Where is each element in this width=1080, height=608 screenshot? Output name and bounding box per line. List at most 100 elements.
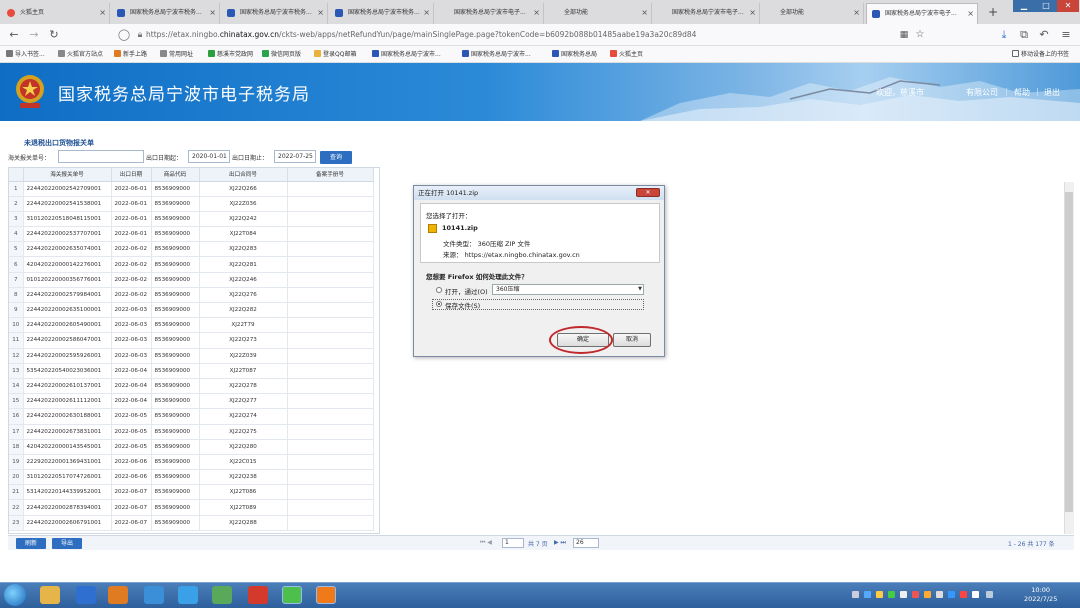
qr-code-icon[interactable]: ▦	[896, 27, 912, 43]
export-button[interactable]: 导出	[52, 538, 82, 549]
open-app-select[interactable]: 360压缩	[492, 284, 644, 295]
table-row[interactable]: 3 310120220518048115001 2022-06-01 85369090…	[9, 211, 374, 228]
taskbar-clock[interactable]: 10:00 2022/7/25	[1024, 586, 1057, 604]
forward-icon[interactable]: →	[26, 27, 42, 43]
360-icon[interactable]	[144, 586, 164, 604]
help-link[interactable]: 帮助	[1014, 87, 1030, 98]
back-icon[interactable]: ←	[6, 27, 22, 43]
tab-item[interactable]: 国家税务总局宁波市税务... ×	[112, 3, 220, 24]
table-row[interactable]: 9 224420220002635100001 2022-06-03 85369090…	[9, 302, 374, 319]
bookmark-item[interactable]: 国家税务总局	[552, 49, 597, 60]
window-close-button[interactable]: ✕	[1057, 0, 1079, 12]
refresh-button[interactable]: 刷新	[16, 538, 46, 549]
dialog-close-button[interactable]: ✕	[636, 188, 660, 197]
scrollbar-thumb[interactable]	[1065, 192, 1073, 512]
tab-item[interactable]: 全部功能 ×	[762, 3, 864, 24]
tab-item[interactable]: 全部功能 ×	[546, 3, 652, 24]
network-icon[interactable]	[972, 591, 979, 598]
menu-icon[interactable]: ≡	[1058, 27, 1074, 43]
table-row[interactable]: 20 310120220517074726001 2022-06-06 8536909…	[9, 469, 374, 486]
tab-close-icon[interactable]: ×	[99, 3, 106, 22]
app-icon[interactable]	[76, 586, 96, 604]
cancel-button[interactable]: 取消	[613, 333, 651, 347]
table-row[interactable]: 18 420420220000143545001 2022-06-05 8536909…	[9, 439, 374, 455]
bookmark-item[interactable]: 国家税务总局宁波市...	[462, 49, 531, 60]
firefox-taskbar-icon[interactable]	[316, 586, 336, 604]
table-row[interactable]: 5 224420220002635074001 2022-06-02 85369090…	[9, 241, 374, 258]
table-row[interactable]: 8 224420220002579984001 2022-06-02 85369090…	[9, 287, 374, 304]
bookmark-item[interactable]: 微信网页版	[262, 49, 301, 60]
table-row[interactable]: 22 224420220002878394001 2022-06-07 8536909…	[9, 499, 374, 516]
tab-close-icon[interactable]: ×	[853, 3, 860, 22]
table-row[interactable]: 4 224420220002537707001 2022-06-01 85369090…	[9, 226, 374, 243]
bookmark-item[interactable]: 慈溪市党政网	[208, 49, 253, 60]
ie-browser-icon[interactable]	[178, 586, 198, 604]
tray-icon[interactable]	[924, 591, 931, 598]
volume-icon[interactable]	[936, 591, 943, 598]
minimize-button[interactable]: ▁	[1013, 0, 1035, 12]
tab-item[interactable]: 国家税务总局宁波市电子... ×	[654, 3, 760, 24]
tab-close-icon[interactable]: ×	[749, 3, 756, 22]
app-icon[interactable]	[212, 586, 232, 604]
next-page-icon[interactable]: ▶ ⏭	[554, 539, 566, 547]
table-row[interactable]: 16 224420220002630188001 2022-06-05 8536909…	[9, 408, 374, 425]
tab-close-icon[interactable]: ×	[533, 3, 540, 22]
tab-close-icon[interactable]: ×	[423, 3, 430, 22]
date-start-input[interactable]: 2020-01-01	[188, 150, 230, 163]
tab-item[interactable]: 国家税务总局宁波市电子... ×	[436, 3, 544, 24]
tab-close-icon[interactable]: ×	[641, 3, 648, 22]
undo-icon[interactable]: ↶	[1036, 27, 1052, 43]
wps-icon[interactable]	[248, 586, 268, 604]
tab-item[interactable]: 国家税务总局宁波市税务... ×	[222, 3, 328, 24]
url-bar[interactable]: https://etax.ningbo.chinatax.gov.cn/ckts…	[146, 27, 930, 43]
date-end-input[interactable]: 2022-07-25	[274, 150, 316, 163]
page-size-select[interactable]: 26	[573, 538, 599, 548]
tab-close-icon[interactable]: ×	[209, 3, 216, 22]
table-row[interactable]: 2 224420220002541538001 2022-06-01 85369090…	[9, 196, 374, 212]
bookmark-item[interactable]: 国家税务总局宁波市...	[372, 49, 441, 60]
exit-link[interactable]: 退出	[1044, 87, 1060, 98]
bookmark-item[interactable]: 火狐主页	[610, 49, 643, 60]
bookmark-item[interactable]: 导入书签...	[6, 49, 45, 60]
tab-close-icon[interactable]: ×	[317, 3, 324, 22]
maximize-button[interactable]: □	[1035, 0, 1057, 12]
reload-icon[interactable]: ↻	[46, 27, 62, 43]
bookmark-item[interactable]: 常用网址	[160, 49, 193, 60]
table-row[interactable]: 13 535420220540023036001 2022-06-04 8536909…	[9, 363, 374, 379]
table-row[interactable]: 11 224420220002586047001 2022-06-03 8536909…	[9, 332, 374, 349]
mobile-bookmarks-link[interactable]: 移动设备上的书签	[1012, 49, 1069, 60]
tab-item[interactable]: 火狐主页 ×	[2, 3, 110, 24]
ime-icon[interactable]	[986, 591, 993, 598]
table-row[interactable]: 1 224420220002542709001 2022-06-01 85369090…	[9, 181, 374, 197]
query-button[interactable]: 查询	[320, 151, 352, 164]
new-tab-button[interactable]: +	[985, 4, 1001, 20]
tray-icon[interactable]	[900, 591, 907, 598]
bookmark-item[interactable]: 登录QQ邮箱	[314, 49, 356, 60]
tray-icon[interactable]	[948, 591, 955, 598]
table-row[interactable]: 7 010120220000356776001 2022-06-02 85369090…	[9, 272, 374, 288]
tray-icon[interactable]	[912, 591, 919, 598]
page-number-input[interactable]: 1	[502, 538, 524, 548]
customs-no-input[interactable]	[58, 150, 144, 163]
tray-icon[interactable]	[852, 591, 859, 598]
table-row[interactable]: 23 224420220002606791001 2022-06-07 8536909…	[9, 515, 374, 531]
table-row[interactable]: 17 224420220002673831001 2022-06-05 8536909…	[9, 424, 374, 440]
start-button[interactable]	[4, 584, 26, 606]
tab-item[interactable]: 国家税务总局宁波市税务... ×	[330, 3, 434, 24]
tray-icon[interactable]	[960, 591, 967, 598]
bookmark-item[interactable]: 新手上路	[114, 49, 147, 60]
tray-icon[interactable]	[888, 591, 895, 598]
table-row[interactable]: 6 420420220000142276001 2022-06-02 85369090…	[9, 256, 374, 273]
bookmark-star-icon[interactable]: ☆	[912, 27, 928, 43]
bookmark-item[interactable]: 火狐官方站点	[58, 49, 103, 60]
media-player-icon[interactable]	[108, 586, 128, 604]
table-row[interactable]: 14 224420220002610137001 2022-06-04 8536909…	[9, 378, 374, 395]
table-row[interactable]: 10 224420220002605490001 2022-06-03 8536909…	[9, 317, 374, 334]
table-row[interactable]: 21 531420220144339952001 2022-06-07 8536909…	[9, 484, 374, 501]
tray-icon[interactable]	[864, 591, 871, 598]
tab-item[interactable]: 国家税务总局宁波市电子... ×	[866, 3, 978, 24]
chevron-down-icon[interactable]: ▼	[636, 284, 644, 295]
first-page-icon[interactable]: ⏮ ◀	[480, 539, 492, 547]
download-icon[interactable]: ⤓	[996, 27, 1012, 43]
shield-icon[interactable]: ◯	[116, 27, 132, 43]
